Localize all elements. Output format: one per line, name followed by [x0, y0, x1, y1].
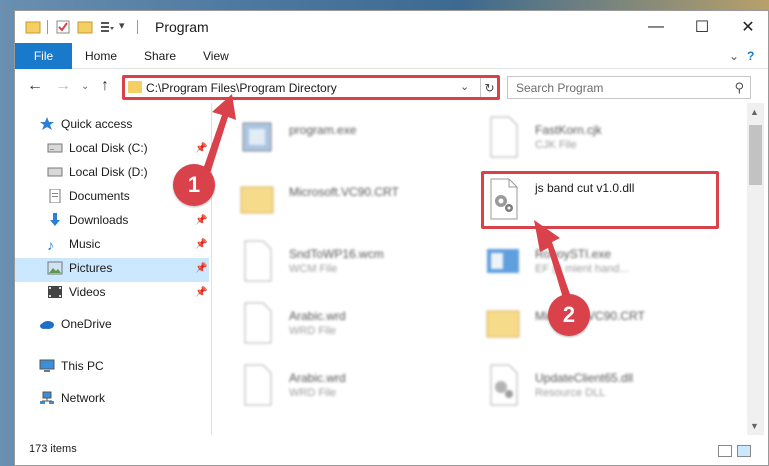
annotation-arrows [200, 94, 572, 305]
arrow-2 [534, 220, 572, 305]
step-callout-1: 1 [173, 164, 215, 206]
step-callout-2: 2 [548, 294, 590, 336]
